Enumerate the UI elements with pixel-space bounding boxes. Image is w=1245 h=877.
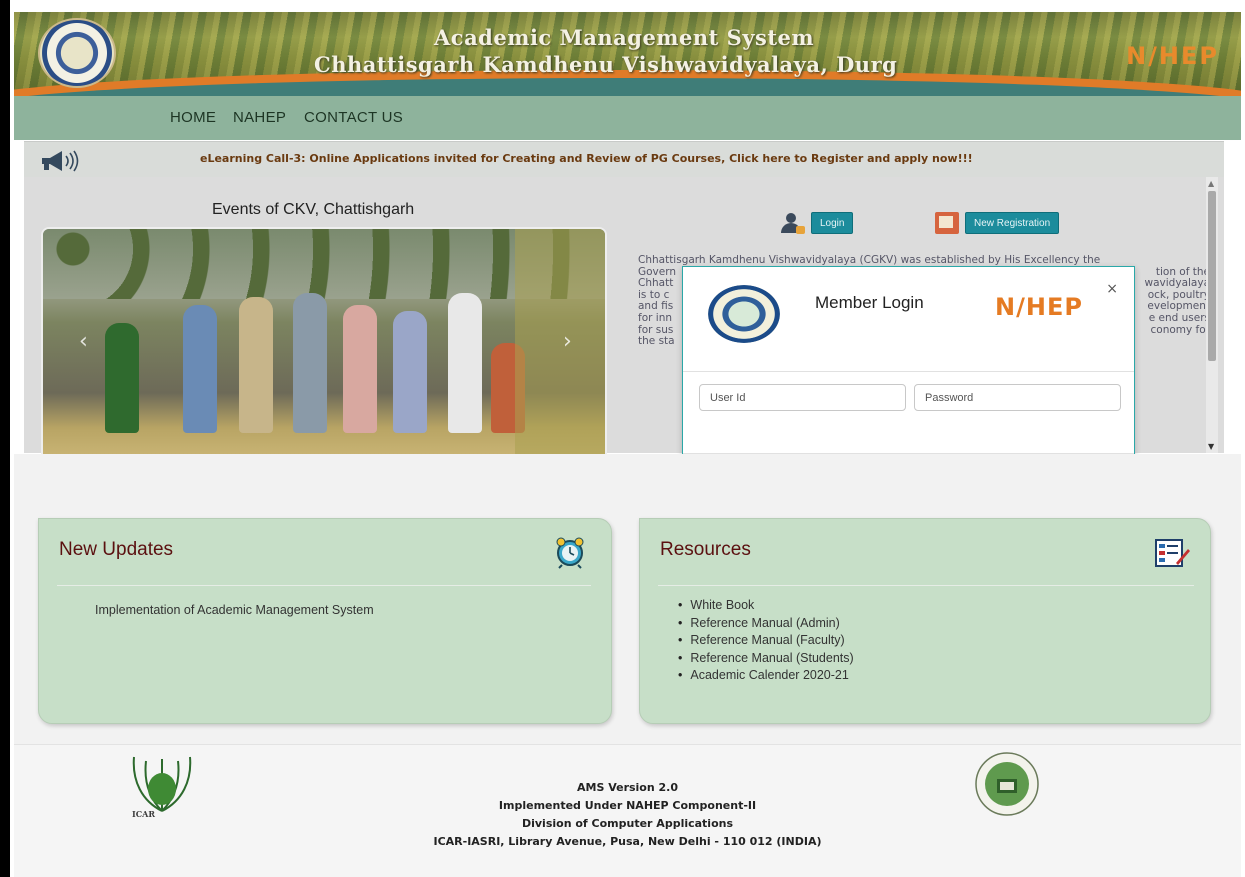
content-scrollbar[interactable]: ▲ ▼: [1206, 177, 1218, 453]
header-banner: Academic Management System Chhattisgarh …: [14, 12, 1241, 96]
nav-nahep[interactable]: NAHEP: [233, 109, 286, 126]
scroll-up-icon[interactable]: ▲: [1208, 179, 1214, 188]
window-edge: [0, 0, 10, 877]
scrollbar-thumb[interactable]: [1208, 191, 1216, 361]
close-icon[interactable]: ×: [1106, 281, 1118, 297]
ticker-message[interactable]: eLearning Call-3: Online Applications in…: [200, 152, 973, 165]
userid-input[interactable]: [699, 384, 906, 411]
announcement-ticker: eLearning Call-3: Online Applications in…: [24, 141, 1224, 177]
resource-link[interactable]: Reference Manual (Students): [678, 650, 853, 668]
registration-form-icon: [935, 212, 959, 234]
app-title: Academic Management System: [434, 25, 815, 50]
info-section: New Updates Implementation of Academic M…: [14, 454, 1241, 744]
new-registration-button[interactable]: New Registration: [965, 212, 1060, 234]
carousel-next-button[interactable]: ›: [563, 329, 572, 354]
events-carousel[interactable]: ‹ ›: [41, 227, 607, 465]
university-seal-logo: [38, 18, 116, 88]
photo-person: [448, 293, 482, 433]
photo-person: [343, 305, 377, 433]
password-input[interactable]: [914, 384, 1121, 411]
user-key-icon: [781, 212, 805, 234]
alarm-clock-icon: [556, 537, 584, 569]
about-line: for inn: [638, 311, 673, 324]
document-edit-icon: [1155, 539, 1190, 567]
resource-link[interactable]: White Book: [678, 597, 854, 615]
resources-card: Resources White Book Reference Manual (A…: [639, 518, 1211, 724]
footer-version: AMS Version 2.0: [576, 781, 679, 794]
divider: [57, 585, 591, 586]
photo-person: [393, 311, 427, 433]
login-button[interactable]: Login: [811, 212, 854, 234]
about-line: Chhattisgarh Kamdhenu Vishwavidyalaya (C…: [638, 254, 1101, 266]
page: Academic Management System Chhattisgarh …: [0, 0, 1245, 877]
card-title: Resources: [660, 539, 751, 560]
about-line-right: conomy for: [1150, 323, 1211, 336]
footer-line: Implemented Under NAHEP Component-II: [498, 799, 757, 812]
member-login-modal: Member Login N/HEP ×: [682, 266, 1135, 467]
resource-link[interactable]: Academic Calender 2020-21: [678, 667, 854, 685]
scroll-down-icon[interactable]: ▼: [1208, 442, 1214, 451]
nav-bar: HOME NAHEP CONTACT US: [14, 96, 1241, 140]
new-registration-group[interactable]: New Registration: [935, 211, 1060, 235]
nahep-logo: N/HEP: [1126, 42, 1219, 70]
photo-overlay: [515, 229, 605, 463]
university-title: Chhattisgarh Kamdhenu Vishwavidyalaya, D…: [314, 52, 898, 77]
carousel-prev-button[interactable]: ‹: [79, 329, 88, 354]
resource-link[interactable]: Reference Manual (Admin): [678, 615, 854, 633]
footer-address: ICAR-IASRI, Library Avenue, Pusa, New De…: [433, 835, 822, 848]
footer: ICAR AMS Version 2.0 Implemented Under N…: [14, 744, 1241, 877]
divider: [658, 585, 1194, 586]
photo-person: [239, 297, 273, 433]
login-button-group[interactable]: Login: [781, 211, 854, 235]
resources-list: White Book Reference Manual (Admin) Refe…: [678, 597, 854, 685]
new-updates-card: New Updates Implementation of Academic M…: [38, 518, 612, 724]
footer-line: Division of Computer Applications: [521, 817, 734, 830]
card-title: New Updates: [59, 539, 174, 560]
nav-contact-us[interactable]: CONTACT US: [304, 109, 403, 126]
modal-title: Member Login: [815, 293, 924, 312]
update-item[interactable]: Implementation of Academic Management Sy…: [95, 603, 374, 617]
about-line-right: e end users: [1148, 311, 1210, 324]
photo-person: [293, 293, 327, 433]
events-title: Events of CKV, Chattishgarh: [212, 201, 415, 218]
photo-person: [105, 323, 139, 433]
university-seal-logo: [708, 285, 780, 343]
divider: [683, 371, 1134, 372]
resource-link[interactable]: Reference Manual (Faculty): [678, 632, 854, 650]
megaphone-icon: [42, 150, 79, 172]
photo-person: [183, 305, 217, 433]
nahep-logo: N/HEP: [995, 293, 1083, 321]
nav-home[interactable]: HOME: [170, 109, 216, 126]
